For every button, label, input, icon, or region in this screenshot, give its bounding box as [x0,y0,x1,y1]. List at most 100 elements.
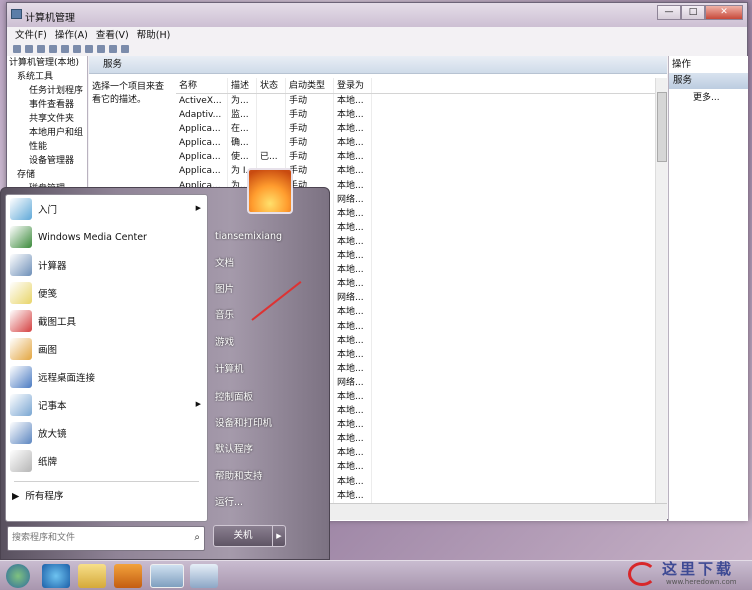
start-right-item[interactable]: 文档 [215,256,234,272]
start-program-item[interactable]: 便笺 [6,279,207,307]
computer-management-task-icon[interactable] [150,564,184,588]
back-icon[interactable] [13,45,21,53]
table-cell: Applica... [176,164,228,179]
column-description[interactable]: 描述 [228,78,257,93]
scroll-thumb[interactable] [657,92,667,162]
start-right-item[interactable]: 运行... [215,495,243,511]
start-search-input[interactable] [8,527,178,549]
actions-more[interactable]: 更多... [669,89,748,107]
column-status[interactable]: 状态 [257,78,286,93]
table-header: 名称 描述 状态 启动类型 登录为 [176,78,656,94]
start-program-item[interactable]: 远程桌面连接 [6,363,207,391]
start-right-item[interactable]: 默认程序 [215,442,253,458]
media-player-icon[interactable] [114,564,142,588]
table-cell: 为... [228,94,257,109]
start-search-box[interactable]: ⌕ [7,526,205,551]
tree-item-storage[interactable]: 存储 [7,168,87,182]
computer-management-icon [11,9,22,19]
title-bar[interactable]: 计算机管理 — □ ✕ [7,3,747,27]
watermark-url: www.heredown.com [666,578,737,586]
maximize-button[interactable]: □ [681,5,705,20]
table-row[interactable]: Adaptiv... 监... 手动 本地... [176,108,656,123]
tree-item-shared-folders[interactable]: 共享文件夹 [7,112,87,126]
menu-action[interactable]: 操作(A) [55,27,88,42]
explorer-folder-icon[interactable] [78,564,106,588]
start-program-item[interactable]: Windows Media Center [6,223,207,251]
start-program-item[interactable]: 画图 [6,335,207,363]
start-right-item[interactable]: tiansemixiang [215,229,282,245]
vertical-scrollbar[interactable] [655,78,667,518]
table-cell: 本地... [334,94,372,109]
minimize-button[interactable]: — [657,5,681,20]
column-startup-type[interactable]: 启动类型 [286,78,334,93]
start-menu: 入门 ▶ Windows Media Center 计算器 便笺 截图工具 画图 远程桌面连接… [0,168,330,560]
table-row[interactable]: Applica... 确... 手动 本地... [176,136,656,151]
watermark-logo-icon [628,562,656,586]
close-button[interactable]: ✕ [705,5,743,20]
menu-view[interactable]: 查看(V) [96,27,129,42]
program-label: 远程桌面连接 [38,373,96,384]
start-right-item[interactable]: 设备和打印机 [215,416,272,432]
start-right-item[interactable]: 游戏 [215,335,234,351]
tree-item-root[interactable]: 计算机管理(本地) [7,56,87,70]
table-cell: 网络... [334,192,372,207]
separator [14,481,199,482]
up-icon[interactable] [37,45,45,53]
start-program-item[interactable]: 纸牌 [6,447,207,475]
start-right-item[interactable]: 控制面板 [215,390,253,406]
forward-icon[interactable] [25,45,33,53]
all-programs[interactable]: ▶ 所有程序 [6,488,207,506]
tree-item-system-tools[interactable]: 系统工具 [7,70,87,84]
table-cell: 本地... [334,108,372,123]
properties-icon[interactable] [61,45,69,53]
start-right-item[interactable]: 计算机 [215,362,244,378]
table-row[interactable]: Applica... 使... 已... 手动 本地... [176,150,656,165]
table-cell: 网络... [334,291,372,306]
watermark: 这里下载 www.heredown.com [626,558,748,590]
table-cell: 本地... [334,234,372,250]
start-program-item[interactable]: 放大镜 [6,419,207,447]
start-program-item[interactable]: 入门 ▶ [6,195,207,223]
tree-item-local-users[interactable]: 本地用户和组 [7,126,87,140]
program-label: 便笺 [38,289,58,300]
menu-bar: 文件(F) 操作(A) 查看(V) 帮助(H) [7,27,170,42]
tree-item-task-scheduler[interactable]: 任务计划程序 [7,84,87,98]
program-label: 纸牌 [38,457,58,468]
start-program-item[interactable]: 记事本 ▶ [6,391,207,419]
program-icon [10,226,32,248]
show-tree-icon[interactable] [49,45,57,53]
start-right-item[interactable]: 图片 [215,282,234,298]
play-icon[interactable] [85,45,93,53]
column-log-on-as[interactable]: 登录为 [334,78,372,93]
start-program-item[interactable]: 计算器 [6,251,207,279]
stop-icon[interactable] [97,45,105,53]
program-label: 截图工具 [38,317,77,328]
tree-item-event-viewer[interactable]: 事件查看器 [7,98,87,112]
restart-icon[interactable] [121,45,129,53]
table-cell: 手动 [286,94,334,109]
internet-explorer-icon[interactable] [42,564,70,588]
menu-help[interactable]: 帮助(H) [137,27,171,42]
column-name[interactable]: 名称 [176,78,228,93]
shutdown-button[interactable]: 关机 [213,525,273,547]
table-row[interactable]: ActiveX... 为... 手动 本地... [176,94,656,109]
help-icon[interactable] [73,45,81,53]
tree-item-device-manager[interactable]: 设备管理器 [7,154,87,168]
tree-item-performance[interactable]: 性能 [7,140,87,154]
pause-icon[interactable] [109,45,117,53]
table-cell: 手动 [286,108,334,123]
program-label: 入门 [38,205,58,216]
start-right-item[interactable]: 帮助和支持 [215,469,263,485]
table-cell: 在... [228,122,257,137]
start-program-item[interactable]: 截图工具 [6,307,207,335]
shutdown-options-arrow[interactable]: ▶ [272,525,286,547]
start-right-item[interactable]: 音乐 [215,308,234,324]
menu-file[interactable]: 文件(F) [15,27,47,42]
actions-services-group[interactable]: 服务 [669,73,748,89]
toolbar [7,42,747,55]
table-cell: 本地... [334,136,372,151]
pinned-app-icon[interactable] [190,564,218,588]
start-button-icon[interactable] [6,564,30,588]
table-row[interactable]: Applica... 在... 手动 本地... [176,122,656,137]
table-cell [257,122,286,137]
